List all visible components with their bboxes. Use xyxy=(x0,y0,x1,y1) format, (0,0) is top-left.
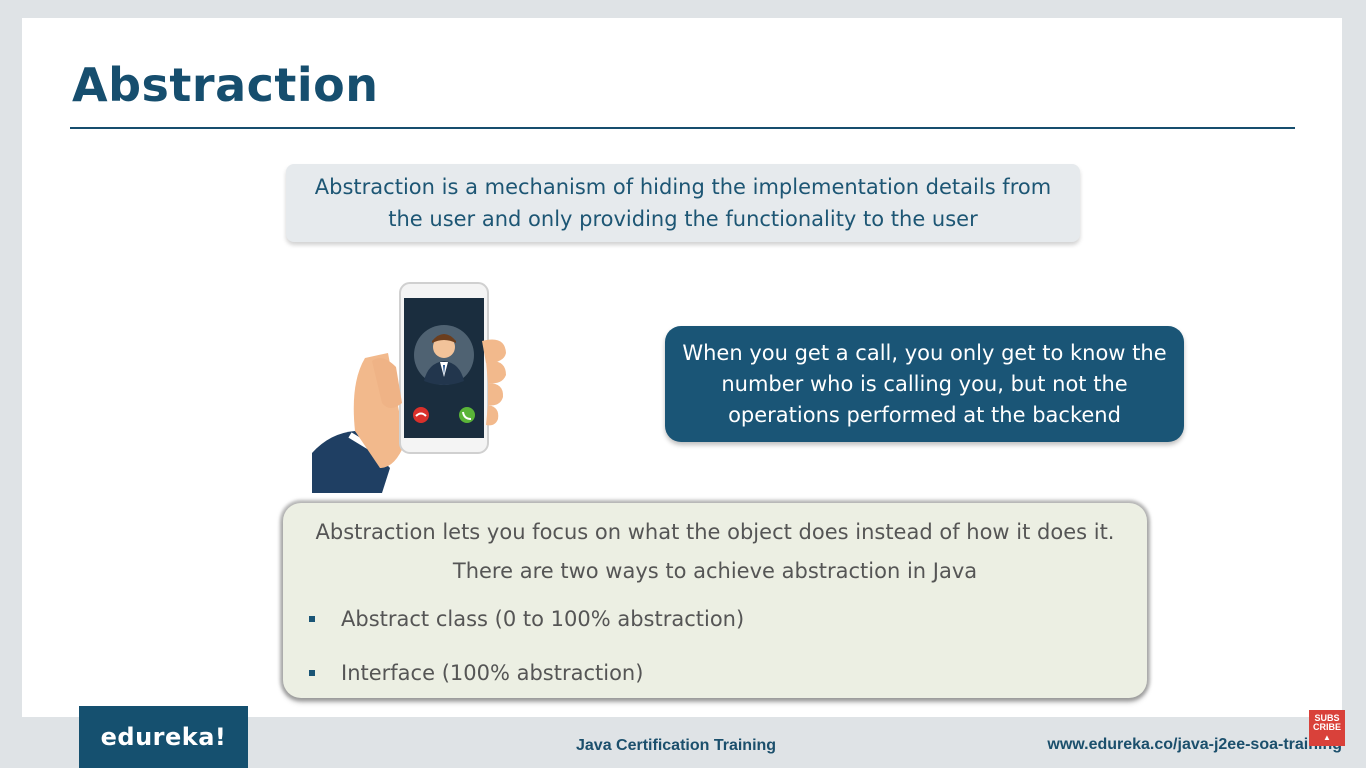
info-line-ways: There are two ways to achieve abstractio… xyxy=(452,559,978,583)
list-item: Abstract class (0 to 100% abstraction) xyxy=(309,607,744,631)
bullet-icon xyxy=(309,616,315,622)
info-box: Abstraction lets you focus on what the o… xyxy=(283,503,1147,698)
bullet-icon xyxy=(309,670,315,676)
call-example-text: When you get a call, you only get to kno… xyxy=(682,340,1167,427)
logo-text: edureka! xyxy=(100,723,227,751)
phone-call-illustration xyxy=(312,282,506,493)
definition-text: Abstraction is a mechanism of hiding the… xyxy=(314,175,1052,231)
subscribe-label: SUBS CRIBE xyxy=(1312,713,1341,732)
info-line-focus: Abstraction lets you focus on what the o… xyxy=(315,520,1115,544)
edureka-logo: edureka! xyxy=(79,706,248,768)
course-url[interactable]: www.edureka.co/java-j2ee-soa-training xyxy=(1047,736,1342,754)
bell-icon: ▲ xyxy=(1323,733,1331,742)
title-divider xyxy=(70,127,1295,129)
course-name: Java Certification Training xyxy=(576,737,777,754)
slide-title: Abstraction xyxy=(72,58,379,112)
list-item: Interface (100% abstraction) xyxy=(309,661,643,685)
subscribe-button[interactable]: SUBS CRIBE ▲ xyxy=(1309,710,1345,746)
decline-call-icon xyxy=(413,407,429,423)
accept-call-icon xyxy=(459,407,475,423)
slide: Abstraction Abstraction is a mechanism o… xyxy=(22,18,1342,717)
definition-box: Abstraction is a mechanism of hiding the… xyxy=(286,164,1080,242)
list-item-text: Abstract class (0 to 100% abstraction) xyxy=(341,607,745,631)
call-example-box: When you get a call, you only get to kno… xyxy=(665,326,1184,442)
list-item-text: Interface (100% abstraction) xyxy=(341,661,644,685)
